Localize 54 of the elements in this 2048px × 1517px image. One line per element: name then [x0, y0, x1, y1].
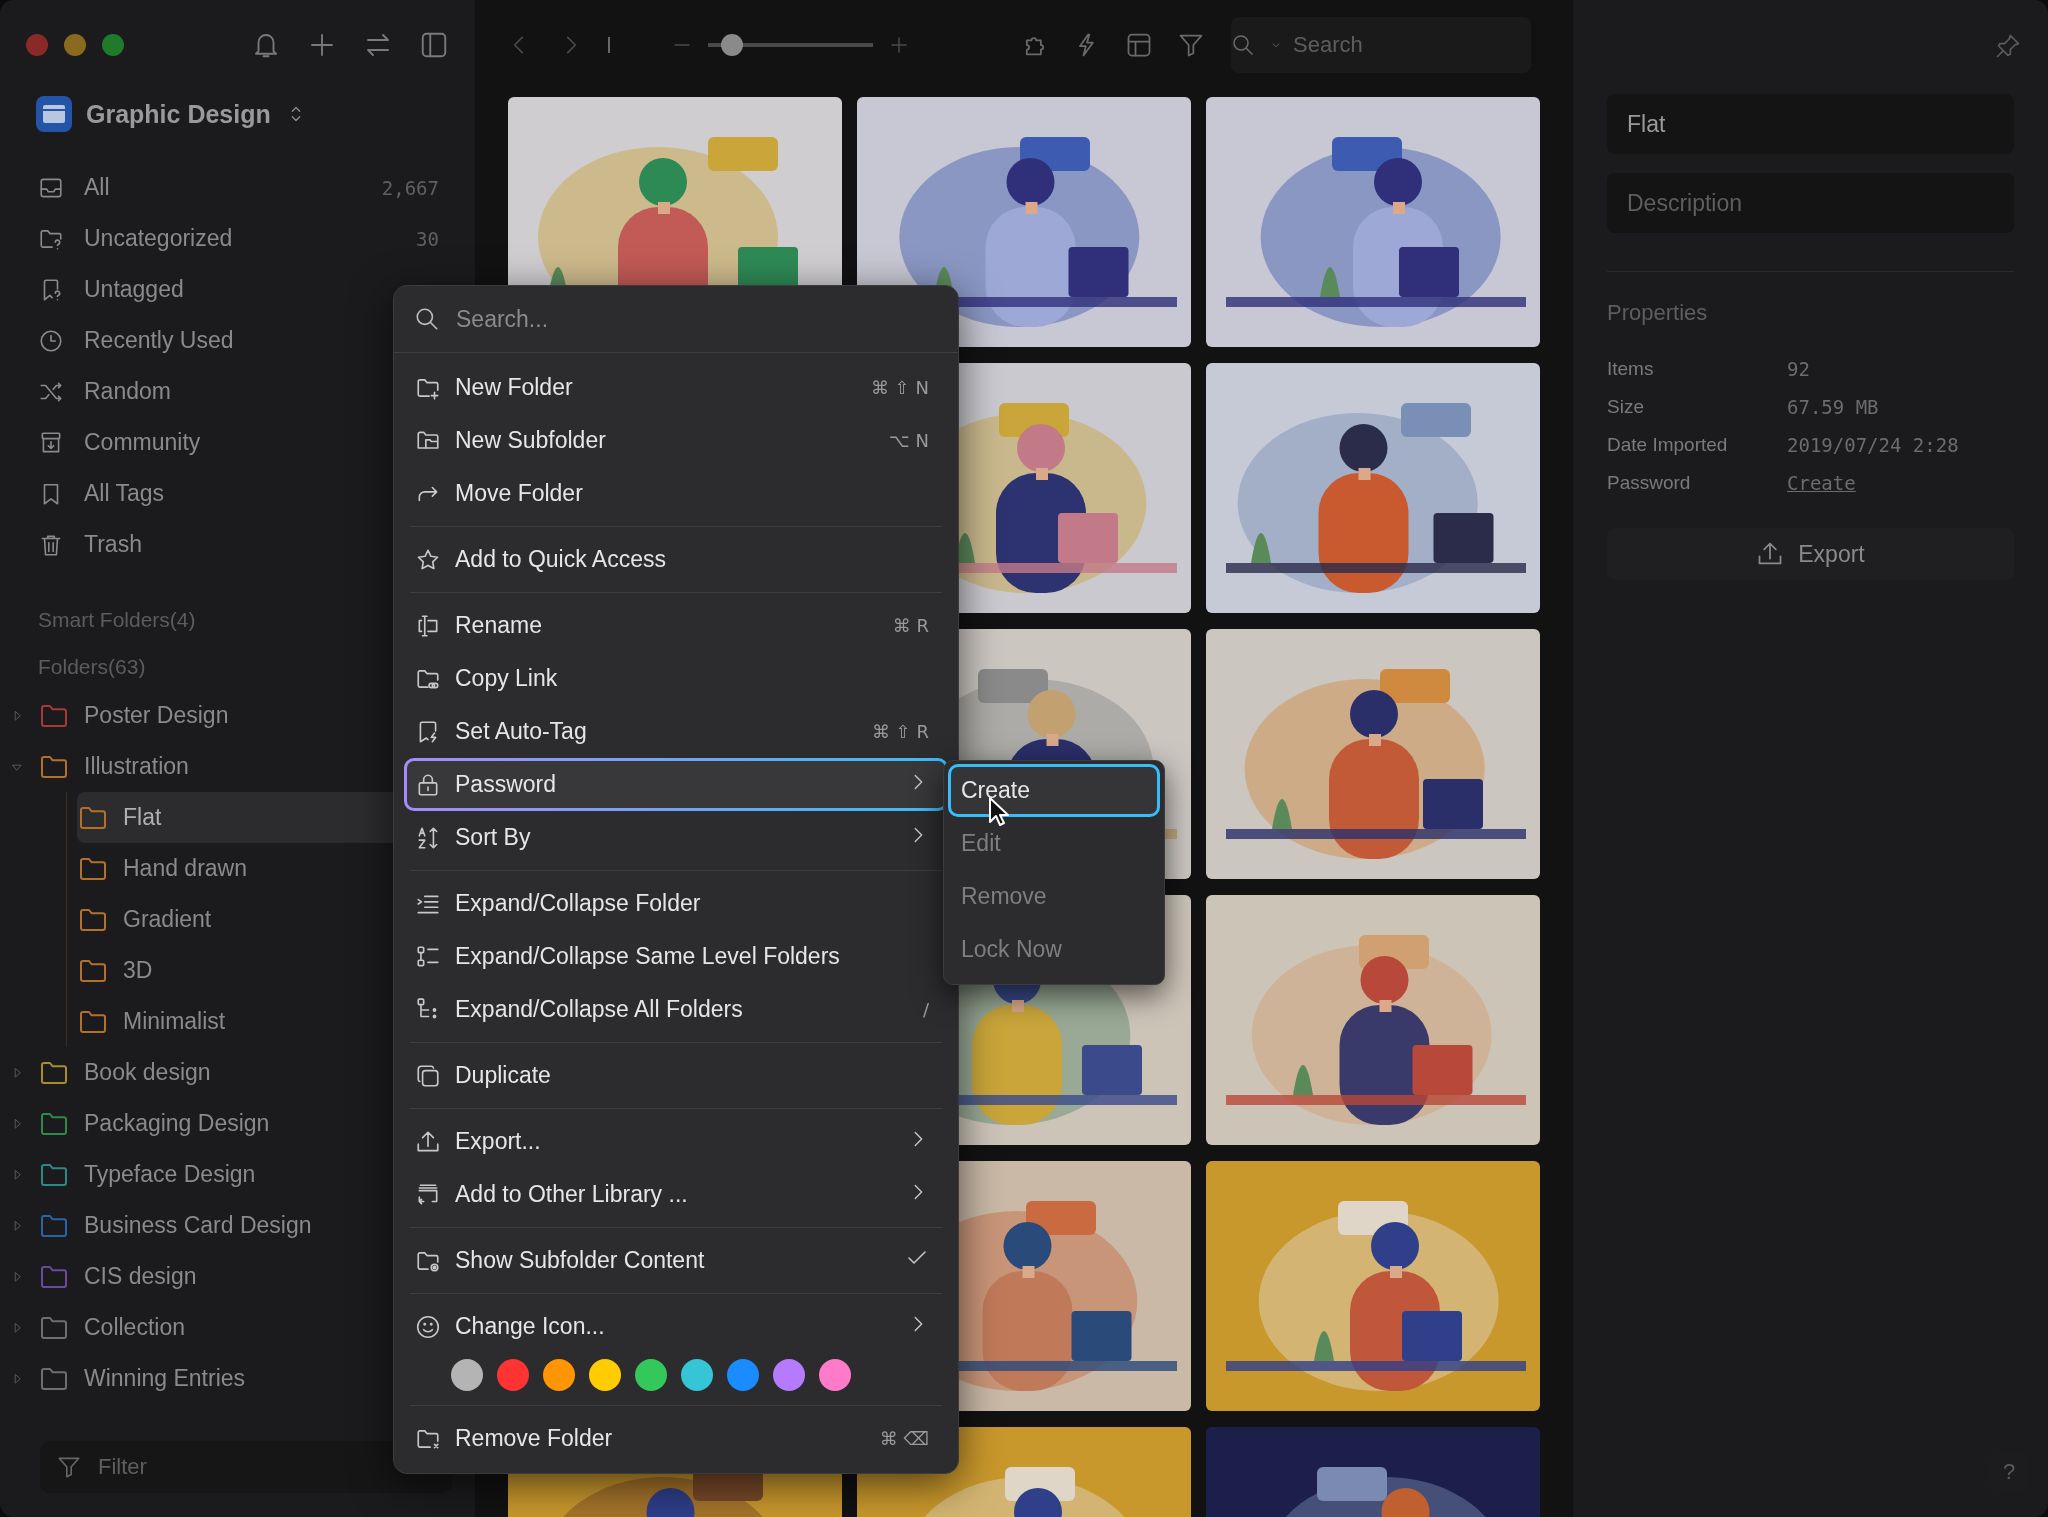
nav-label: All Tags: [84, 480, 165, 507]
property-value: 67.59 MB: [1787, 396, 1879, 418]
property-value: 92: [1787, 358, 1810, 380]
nav-label: All: [84, 174, 110, 201]
menu-item-label: Change Icon...: [455, 1313, 605, 1340]
menu-item-label: Move Folder: [455, 480, 583, 507]
shortcut-label: ⌘ ⌫: [879, 1428, 929, 1449]
folder-label: Flat: [123, 804, 162, 831]
folder-label: Business Card Design: [84, 1212, 312, 1239]
shortcut-label: ⌥ N: [889, 430, 929, 451]
menu-item-label: New Subfolder: [455, 427, 606, 454]
item-count: 30: [416, 227, 439, 250]
property-label: Password: [1607, 472, 1692, 494]
menu-item-label: Add to Other Library ...: [455, 1181, 688, 1208]
menu-item-label: Remove Folder: [455, 1425, 613, 1452]
folder-label: Gradient: [123, 906, 212, 933]
shortcut-label: ⌘ R: [892, 615, 929, 636]
nav-label: Trash: [84, 531, 142, 558]
nav-label: Recently Used: [84, 327, 234, 354]
menu-item-label: Add to Quick Access: [455, 546, 666, 573]
property-value: 2019/07/24 2:28: [1787, 434, 1959, 456]
shortcut-label: /: [922, 999, 929, 1020]
menu-item-label: Rename: [455, 612, 542, 639]
menu-item-label: Set Auto-Tag: [455, 718, 587, 745]
section-heading: Properties: [1607, 300, 1709, 326]
menu-item-label: Expand/Collapse Folder: [455, 890, 701, 917]
nav-label: Untagged: [84, 276, 184, 303]
property-label: Date Imported: [1607, 434, 1729, 456]
folder-label: Poster Design: [84, 702, 229, 729]
folder-label: Typeface Design: [84, 1161, 256, 1188]
folder-label: CIS design: [84, 1263, 197, 1290]
property-label: Items: [1607, 358, 1655, 380]
folder-label: Winning Entries: [84, 1365, 246, 1392]
item-count: 2,667: [381, 176, 439, 199]
folder-label: Packaging Design: [84, 1110, 270, 1137]
menu-item-label: Expand/Collapse All Folders: [455, 996, 743, 1023]
folder-label: Book design: [84, 1059, 211, 1086]
nav-label: Random: [84, 378, 171, 405]
menu-item-label: Show Subfolder Content: [455, 1247, 705, 1274]
menu-item-label: Duplicate: [455, 1062, 551, 1089]
menu-item-label: Export...: [455, 1128, 541, 1155]
shortcut-label: ⌘ ⇧ N: [871, 377, 929, 398]
folder-label: 3D: [123, 957, 153, 984]
menu-item-label: Copy Link: [455, 665, 558, 692]
folder-label: Collection: [84, 1314, 185, 1341]
folder-label: Illustration: [84, 753, 189, 780]
folder-label: Minimalist: [123, 1008, 226, 1035]
nav-label: Uncategorized: [84, 225, 233, 252]
menu-item-label: New Folder: [455, 374, 573, 401]
property-label: Size: [1607, 396, 1645, 418]
nav-label: Community: [84, 429, 201, 456]
shortcut-label: ⌘ ⇧ R: [871, 721, 929, 742]
menu-item-label: Expand/Collapse Same Level Folders: [455, 943, 840, 970]
folder-label: Hand drawn: [123, 855, 248, 882]
